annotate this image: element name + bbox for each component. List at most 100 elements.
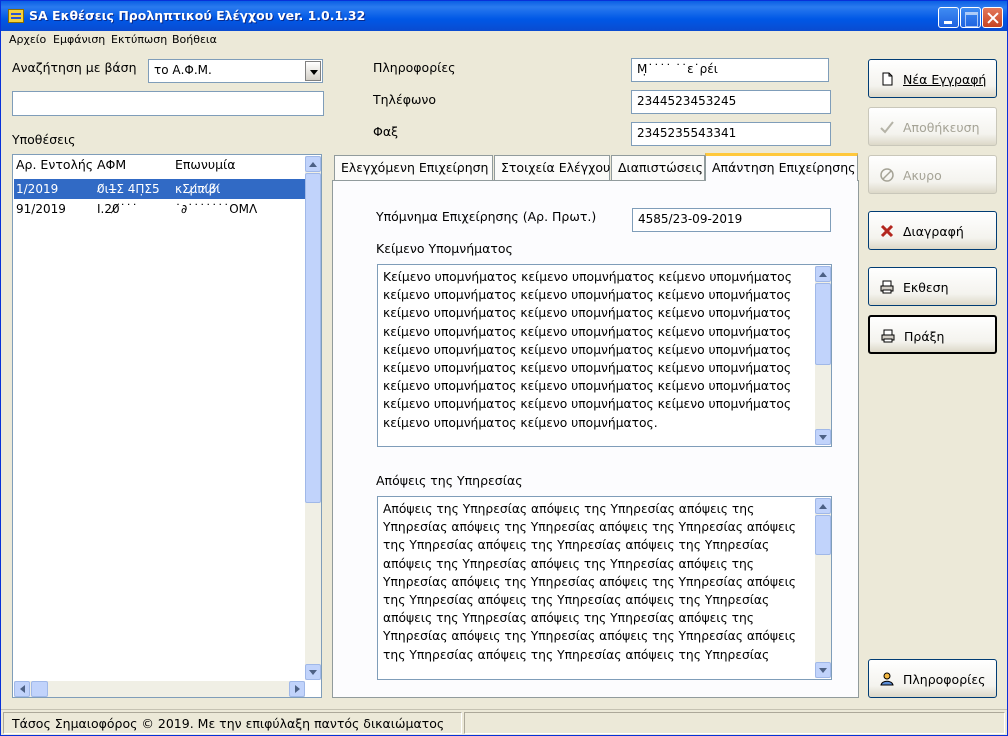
row-afm: 0̸ι1̶Σ 4Π̣Σ5 [97, 182, 160, 196]
search-by-value: το Α.Φ.Μ. [154, 63, 212, 77]
tab-panel-business-response: Υπόμνημα Επιχείρησης (Αρ. Πρωτ.) 4585/23… [332, 180, 859, 698]
scroll-down-icon[interactable] [815, 662, 831, 678]
row-name: κΣμ̸̸πι̸β̸ι̸ [175, 182, 221, 196]
text-line: κείμενο υπομνήματος κείμενο υπομνήματος … [383, 361, 792, 376]
text-line: Κείμενο υπομνήματος κείμενο υπομνήματος … [383, 270, 792, 284]
grid-horizontal-scrollbar[interactable] [14, 681, 305, 697]
text-line: κείμενο υπομνήματος κείμενο υπομνήματος … [383, 397, 792, 412]
text-line: της Υπηρεσίας απόψεις της Υπηρεσίας απόψ… [383, 538, 770, 553]
service-views-label: Απόψεις της Υπηρεσίας [376, 473, 523, 488]
fax-label: Φαξ [373, 124, 399, 139]
scroll-up-icon[interactable] [305, 156, 321, 172]
memo-number-label: Υπόμνημα Επιχείρησης (Αρ. Πρωτ.) [376, 209, 597, 224]
main-window: SA Εκθέσεις Προληπτικού Ελέγχου ver. 1.0… [0, 0, 1008, 736]
minimize-button[interactable] [938, 7, 959, 28]
memo-text-content: Κείμενο υπομνήματος κείμενο υπομνήματος … [383, 268, 809, 432]
text-line: κείμενο υπομνήματος κείμενο υπομνήματος. [383, 415, 658, 430]
text-line: κείμενο υπομνήματος κείμενο υπομνήματος … [383, 306, 792, 321]
text-line: απόψεις της Υπηρεσίας απόψεις της Υπηρεσ… [383, 556, 754, 571]
memo-number-field[interactable]: 4585/23-09-2019 [632, 208, 831, 232]
column-header-order[interactable]: Αρ. Εντολής [16, 157, 93, 172]
window-title: SA Εκθέσεις Προληπτικού Ελέγχου ver. 1.0… [29, 8, 366, 23]
text-line: της Υπηρεσίας απόψεις της Υπηρεσίας απόψ… [383, 647, 770, 662]
tab-audit-details[interactable]: Στοιχεία Ελέγχου [494, 155, 610, 180]
chevron-down-icon[interactable] [305, 61, 321, 81]
text-line: κείμενο υπομνήματος κείμενο υπομνήματος … [383, 324, 792, 339]
info-field[interactable]: Μ̣˙˙˙˙ ˙˙ε˙ρέι [631, 58, 829, 82]
text-line: της Υπηρεσίας απόψεις της Υπηρεσίας απόψ… [383, 593, 770, 608]
service-views-content: Απόψεις της Υπηρεσίας απόψεις της Υπηρεσ… [383, 500, 809, 664]
fax-field[interactable]: 2345235543341 [631, 122, 831, 146]
new-document-icon [882, 72, 893, 86]
text-line: Απόψεις της Υπηρεσίας απόψεις της Υπηρεσ… [383, 502, 755, 516]
hscroll-thumb[interactable] [31, 681, 48, 697]
delete-label: Διαγραφή [903, 224, 964, 239]
cases-grid[interactable]: Αρ. Εντολής ΑΦΜ Επωνυμία 1/2019 0̸ι1̶Σ 4… [12, 154, 322, 698]
scroll-left-icon[interactable] [14, 681, 30, 697]
search-input[interactable] [12, 91, 324, 116]
views-vertical-scrollbar[interactable] [815, 498, 831, 678]
column-header-name[interactable]: Επωνυμία [175, 157, 236, 172]
search-label: Αναζήτηση με βάση [12, 60, 137, 75]
text-line: κείμενο υπομνήματος κείμενο υπομνήματος … [383, 288, 792, 303]
row-name: ˙∂˙˙˙˙˙˙˙ΟΜΛ [175, 202, 258, 216]
about-button[interactable]: Πληροφορίες [868, 659, 997, 698]
phone-label: Τηλέφωνο [373, 92, 437, 107]
delete-x-icon [880, 224, 894, 238]
table-row[interactable]: 91/2019 Ӏ.20̸̸˙˙˙ ˙∂˙˙˙˙˙˙˙ΟΜΛ [14, 199, 306, 219]
service-views-area[interactable]: Απόψεις της Υπηρεσίας απόψεις της Υπηρεσ… [377, 496, 832, 680]
report-label: Εκθεση [903, 280, 949, 295]
report-button[interactable]: Εκθεση [868, 267, 997, 306]
search-by-combo[interactable]: το Α.Φ.Μ. [148, 59, 323, 83]
menu-view[interactable]: Εμφάνιση [53, 33, 105, 46]
close-button[interactable] [982, 7, 1003, 28]
scroll-down-icon[interactable] [815, 429, 831, 445]
status-copyright: Τάσος Σημαιοφόρος © 2019. Με την επιφύλα… [3, 712, 462, 734]
save-button[interactable]: Αποθήκευση [868, 107, 997, 146]
status-panel-2 [464, 712, 1005, 734]
about-label: Πληροφορίες [903, 672, 986, 687]
cancel-button[interactable]: Ακυρο [868, 155, 997, 194]
grid-vertical-scrollbar[interactable] [305, 156, 321, 680]
text-line: Υπηρεσίας απόψεις της Υπηρεσίας απόψεις … [383, 629, 797, 644]
cases-label: Υποθέσεις [12, 132, 76, 147]
text-line: κείμενο υπομνήματος κείμενο υπομνήματος … [383, 379, 792, 394]
memo-text-label: Κείμενο Υπομνήματος [376, 241, 513, 256]
scroll-thumb[interactable] [815, 515, 831, 555]
tab-audited-business[interactable]: Ελεγχόμενη Επιχείρηση [334, 155, 493, 180]
new-record-button[interactable]: Νέα Εγγραφή [868, 59, 997, 98]
delete-button[interactable]: Διαγραφή [868, 211, 997, 250]
cancel-icon [880, 168, 894, 182]
maximize-button[interactable] [960, 7, 981, 28]
scroll-down-icon[interactable] [305, 664, 321, 680]
text-line: Υπηρεσίας απόψεις της Υπηρεσίας απόψεις … [383, 520, 797, 535]
row-order: 1/2019 [16, 182, 59, 196]
title-bar[interactable]: SA Εκθέσεις Προληπτικού Ελέγχου ver. 1.0… [1, 1, 1007, 31]
printer-icon [880, 280, 894, 294]
menu-bar: Αρχείο Εμφάνιση Εκτύπωση Βοήθεια [1, 31, 1007, 49]
tab-findings[interactable]: Διαπιστώσεις [611, 155, 705, 180]
column-header-afm[interactable]: ΑΦΜ [97, 157, 126, 172]
phone-field[interactable]: 2344523453245 [631, 90, 831, 114]
act-button[interactable]: Πράξη [868, 315, 997, 354]
menu-help[interactable]: Βοήθεια [172, 33, 217, 46]
act-label: Πράξη [904, 329, 945, 344]
scroll-thumb[interactable] [305, 173, 321, 503]
memo-vertical-scrollbar[interactable] [815, 266, 831, 445]
text-line: απόψεις της Υπηρεσίας απόψεις της Υπηρεσ… [383, 611, 754, 626]
tab-business-response[interactable]: Απάντηση Επιχείρησης [705, 153, 858, 181]
row-afm: Ӏ.20̸̸˙˙˙ [97, 202, 138, 216]
scroll-thumb[interactable] [815, 283, 831, 365]
scroll-right-icon[interactable] [289, 681, 305, 697]
scroll-up-icon[interactable] [815, 498, 831, 514]
text-line: Υπηρεσίας απόψεις της Υπηρεσίας απόψεις … [383, 574, 797, 589]
menu-print[interactable]: Εκτύπωση [111, 33, 167, 46]
table-row[interactable]: 1/2019 0̸ι1̶Σ 4Π̣Σ5 κΣμ̸̸πι̸β̸ι̸ [14, 179, 306, 199]
menu-file[interactable]: Αρχείο [9, 33, 46, 46]
printer-icon [881, 329, 895, 343]
info-label: Πληροφορίες [373, 60, 456, 75]
save-label: Αποθήκευση [903, 120, 980, 135]
memo-text-area[interactable]: Κείμενο υπομνήματος κείμενο υπομνήματος … [377, 264, 832, 447]
scroll-up-icon[interactable] [815, 266, 831, 282]
new-record-label: Νέα Εγγραφή [903, 72, 987, 87]
